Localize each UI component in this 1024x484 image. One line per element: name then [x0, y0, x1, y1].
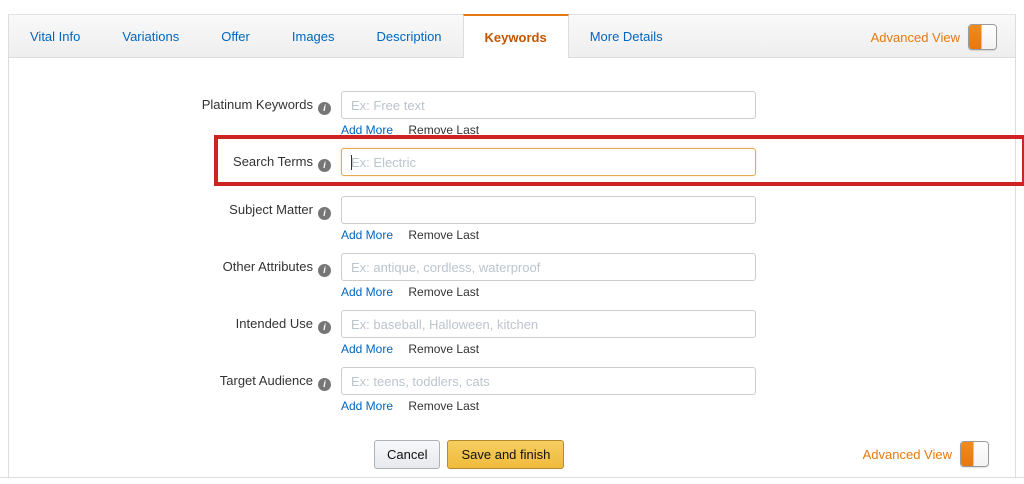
tab-description[interactable]: Description	[356, 15, 463, 57]
field-label: Search Terms i	[9, 148, 331, 176]
remove-last-link[interactable]: Remove Last	[408, 123, 479, 137]
tab-more-details[interactable]: More Details	[569, 15, 684, 57]
field-label: Intended Use i	[9, 310, 331, 357]
advanced-view-control-bottom: Advanced View	[863, 441, 989, 467]
search-terms-input[interactable]	[341, 148, 756, 176]
platinum-keywords-label: Platinum Keywords	[202, 97, 313, 112]
tab-variations[interactable]: Variations	[101, 15, 200, 57]
remove-last-link[interactable]: Remove Last	[408, 399, 479, 413]
keywords-tab-panel: Vital Info Variations Offer Images Descr…	[8, 14, 1016, 477]
form-footer: Cancel Save and finish Advanced View	[9, 440, 1015, 472]
field-label: Other Attributes i	[9, 253, 331, 300]
form-row-platinum-keywords: Platinum Keywords i Add More Remove Last	[9, 91, 1015, 138]
add-more-link[interactable]: Add More	[341, 399, 393, 413]
target-audience-label: Target Audience	[220, 373, 313, 388]
form-row-subject-matter: Subject Matter i Add More Remove Last	[9, 196, 1015, 243]
add-more-link[interactable]: Add More	[341, 123, 393, 137]
advanced-view-toggle[interactable]	[960, 441, 989, 467]
info-icon[interactable]: i	[318, 102, 331, 115]
field-label: Subject Matter i	[9, 196, 331, 243]
info-icon[interactable]: i	[318, 264, 331, 277]
tab-images[interactable]: Images	[271, 15, 356, 57]
advanced-view-label: Advanced View	[863, 447, 952, 462]
cancel-button[interactable]: Cancel	[374, 440, 440, 469]
intended-use-label: Intended Use	[236, 316, 313, 331]
info-icon[interactable]: i	[318, 207, 331, 220]
form-row-intended-use: Intended Use i Add More Remove Last	[9, 310, 1015, 357]
intended-use-input[interactable]	[341, 310, 756, 338]
field-label: Target Audience i	[9, 367, 331, 414]
advanced-view-toggle[interactable]	[968, 24, 997, 50]
field-label: Platinum Keywords i	[9, 91, 331, 138]
advanced-view-label: Advanced View	[871, 30, 960, 45]
form-row-search-terms: Search Terms i	[9, 148, 1015, 176]
tab-keywords[interactable]: Keywords	[463, 14, 569, 58]
search-terms-label: Search Terms	[233, 154, 313, 169]
keywords-form: Platinum Keywordsi Add More Remove Last …	[9, 58, 1015, 414]
subject-matter-label: Subject Matter	[229, 202, 313, 217]
target-audience-input[interactable]	[341, 367, 756, 395]
info-icon[interactable]: i	[318, 321, 331, 334]
info-icon[interactable]: i	[318, 159, 331, 172]
add-more-link[interactable]: Add More	[341, 285, 393, 299]
save-and-finish-button[interactable]: Save and finish	[447, 440, 564, 469]
tab-bar: Vital Info Variations Offer Images Descr…	[9, 14, 1015, 58]
subject-matter-input[interactable]	[341, 196, 756, 224]
remove-last-link[interactable]: Remove Last	[408, 228, 479, 242]
remove-last-link[interactable]: Remove Last	[408, 342, 479, 356]
info-icon[interactable]: i	[318, 378, 331, 391]
toggle-knob	[973, 442, 988, 466]
add-more-link[interactable]: Add More	[341, 342, 393, 356]
platinum-keywords-input[interactable]	[341, 91, 756, 119]
add-more-link[interactable]: Add More	[341, 228, 393, 242]
advanced-view-control-top: Advanced View	[871, 15, 997, 59]
page-bottom-divider	[0, 477, 1024, 478]
toggle-knob	[981, 25, 996, 49]
text-cursor	[351, 155, 352, 170]
tab-offer[interactable]: Offer	[200, 15, 271, 57]
tab-vital-info[interactable]: Vital Info	[9, 15, 101, 57]
form-row-other-attributes: Other Attributes i Add More Remove Last	[9, 253, 1015, 300]
remove-last-link[interactable]: Remove Last	[408, 285, 479, 299]
form-row-target-audience: Target Audience i Add More Remove Last	[9, 367, 1015, 414]
other-attributes-label: Other Attributes	[223, 259, 313, 274]
other-attributes-input[interactable]	[341, 253, 756, 281]
